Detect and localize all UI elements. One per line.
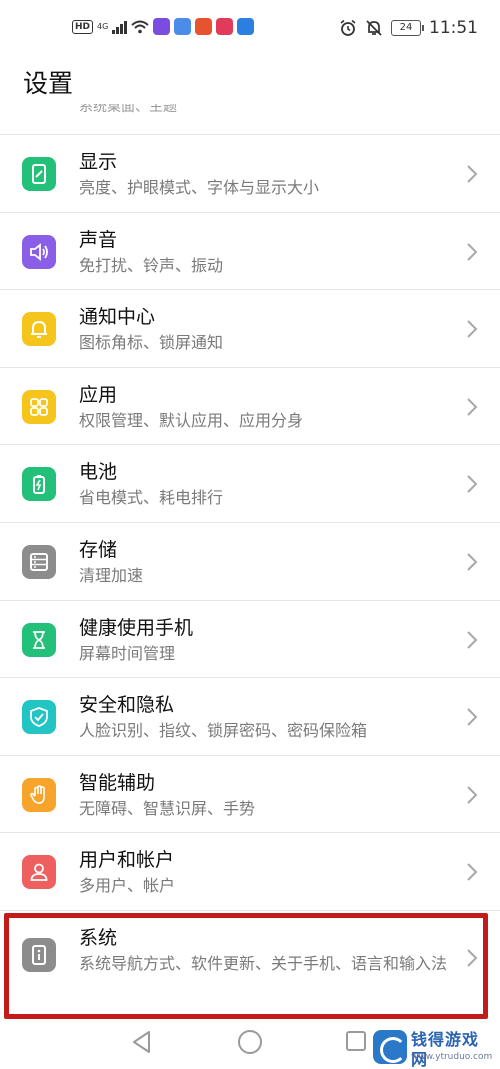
settings-item-system[interactable]: 系统 系统导航方式、软件更新、关于手机、语言和输入法 bbox=[0, 909, 500, 1002]
item-subtitle: 多用户、帐户 bbox=[79, 876, 176, 896]
page-title: 设置 bbox=[23, 69, 74, 98]
partial-item-subtitle: 系统桌面、主题 bbox=[79, 104, 177, 115]
status-right: 24 11:51 bbox=[339, 18, 478, 38]
item-label: 健康使用手机 bbox=[79, 616, 194, 639]
item-subtitle: 权限管理、默认应用、应用分身 bbox=[79, 410, 304, 430]
settings-list: 显示 亮度、护眼模式、字体与显示大小 声音 免打扰、铃声、振动 通知中心 图标角… bbox=[0, 134, 500, 1002]
status-bar: HD 4G 24 11:51 bbox=[0, 0, 500, 56]
settings-item-users[interactable]: 用户和帐户 多用户、帐户 bbox=[0, 832, 500, 910]
back-icon[interactable] bbox=[131, 1030, 153, 1054]
item-label: 系统 bbox=[79, 926, 118, 949]
settings-item-sound[interactable]: 声音 免打扰、铃声、振动 bbox=[0, 211, 500, 290]
item-label: 用户和帐户 bbox=[79, 849, 175, 872]
settings-item-storage[interactable]: 存储 清理加速 bbox=[0, 521, 500, 600]
settings-item-accessibility[interactable]: 智能辅助 无障碍、智慧识屏、手势 bbox=[0, 754, 500, 833]
watermark-title: 钱得游戏网 bbox=[411, 1030, 480, 1069]
recent-apps-icon[interactable] bbox=[346, 1031, 366, 1051]
chevron-right-icon bbox=[467, 949, 478, 967]
hd-badge: HD bbox=[72, 19, 94, 34]
network-type: 4G bbox=[97, 21, 109, 31]
item-label: 通知中心 bbox=[79, 306, 156, 329]
battery-indicator: 24 bbox=[391, 20, 424, 36]
battery-icon bbox=[22, 467, 56, 502]
system-info-icon bbox=[22, 937, 56, 972]
item-subtitle: 清理加速 bbox=[79, 565, 144, 585]
display-icon bbox=[22, 157, 56, 191]
shield-icon bbox=[22, 700, 56, 735]
bell-icon bbox=[22, 312, 56, 347]
item-subtitle: 屏幕时间管理 bbox=[79, 643, 176, 663]
settings-item-notifications[interactable]: 通知中心 图标角标、锁屏通知 bbox=[0, 289, 500, 367]
item-label: 智能辅助 bbox=[79, 771, 156, 794]
item-label: 安全和隐私 bbox=[79, 694, 175, 717]
settings-item-battery[interactable]: 电池 省电模式、耗电排行 bbox=[0, 444, 500, 522]
alarm-icon bbox=[340, 19, 356, 36]
item-label: 显示 bbox=[79, 151, 118, 173]
hourglass-icon bbox=[22, 622, 56, 657]
watermark: 钱得游戏网 www.ytruduo.com bbox=[373, 1030, 495, 1069]
settings-item-digital-balance[interactable]: 健康使用手机 屏幕时间管理 bbox=[0, 599, 500, 678]
signal-icon bbox=[112, 20, 128, 34]
chevron-right-icon bbox=[467, 475, 478, 494]
settings-item-apps[interactable]: 应用 权限管理、默认应用、应用分身 bbox=[0, 366, 500, 445]
watermark-logo-icon bbox=[373, 1030, 407, 1064]
item-subtitle: 人脸识别、指纹、锁屏密码、密码保险箱 bbox=[79, 721, 368, 741]
watermark-url: www.ytruduo.com bbox=[411, 1052, 493, 1062]
home-icon[interactable] bbox=[238, 1030, 262, 1054]
item-subtitle: 无障碍、智慧识屏、手势 bbox=[79, 798, 256, 818]
storage-icon bbox=[22, 544, 56, 579]
chevron-right-icon bbox=[467, 708, 478, 726]
app-notification-icon bbox=[174, 18, 192, 35]
item-subtitle: 系统导航方式、软件更新、关于手机、语言和输入法 bbox=[79, 953, 448, 973]
chevron-right-icon bbox=[467, 165, 478, 183]
app-notification-icon bbox=[237, 18, 255, 35]
app-notification-icon bbox=[195, 18, 213, 35]
chevron-right-icon bbox=[467, 630, 478, 649]
item-label: 应用 bbox=[79, 383, 118, 406]
hand-icon bbox=[22, 777, 56, 812]
chevron-right-icon bbox=[467, 398, 478, 416]
chevron-right-icon bbox=[467, 863, 478, 882]
chevron-right-icon bbox=[467, 553, 478, 571]
chevron-right-icon bbox=[467, 786, 478, 804]
sound-icon bbox=[22, 234, 56, 269]
wifi-icon bbox=[131, 20, 149, 33]
item-subtitle: 省电模式、耗电排行 bbox=[79, 488, 224, 508]
settings-item-display[interactable]: 显示 亮度、护眼模式、字体与显示大小 bbox=[0, 134, 500, 212]
chevron-right-icon bbox=[467, 320, 478, 338]
item-label: 电池 bbox=[79, 461, 118, 484]
chevron-right-icon bbox=[467, 242, 478, 261]
app-notification-icon bbox=[216, 18, 234, 35]
status-left: HD 4G bbox=[72, 18, 255, 35]
app-notification-icon bbox=[153, 18, 171, 35]
item-subtitle: 亮度、护眼模式、字体与显示大小 bbox=[79, 178, 320, 197]
clock: 11:51 bbox=[429, 18, 478, 38]
apps-icon bbox=[22, 389, 56, 424]
item-label: 存储 bbox=[79, 538, 118, 561]
settings-item-security[interactable]: 安全和隐私 人脸识别、指纹、锁屏密码、密码保险箱 bbox=[0, 677, 500, 755]
user-icon bbox=[22, 855, 56, 890]
item-label: 声音 bbox=[79, 228, 118, 251]
item-subtitle: 免打扰、铃声、振动 bbox=[79, 255, 224, 275]
mute-bell-icon bbox=[366, 20, 382, 36]
item-subtitle: 图标角标、锁屏通知 bbox=[79, 333, 224, 353]
